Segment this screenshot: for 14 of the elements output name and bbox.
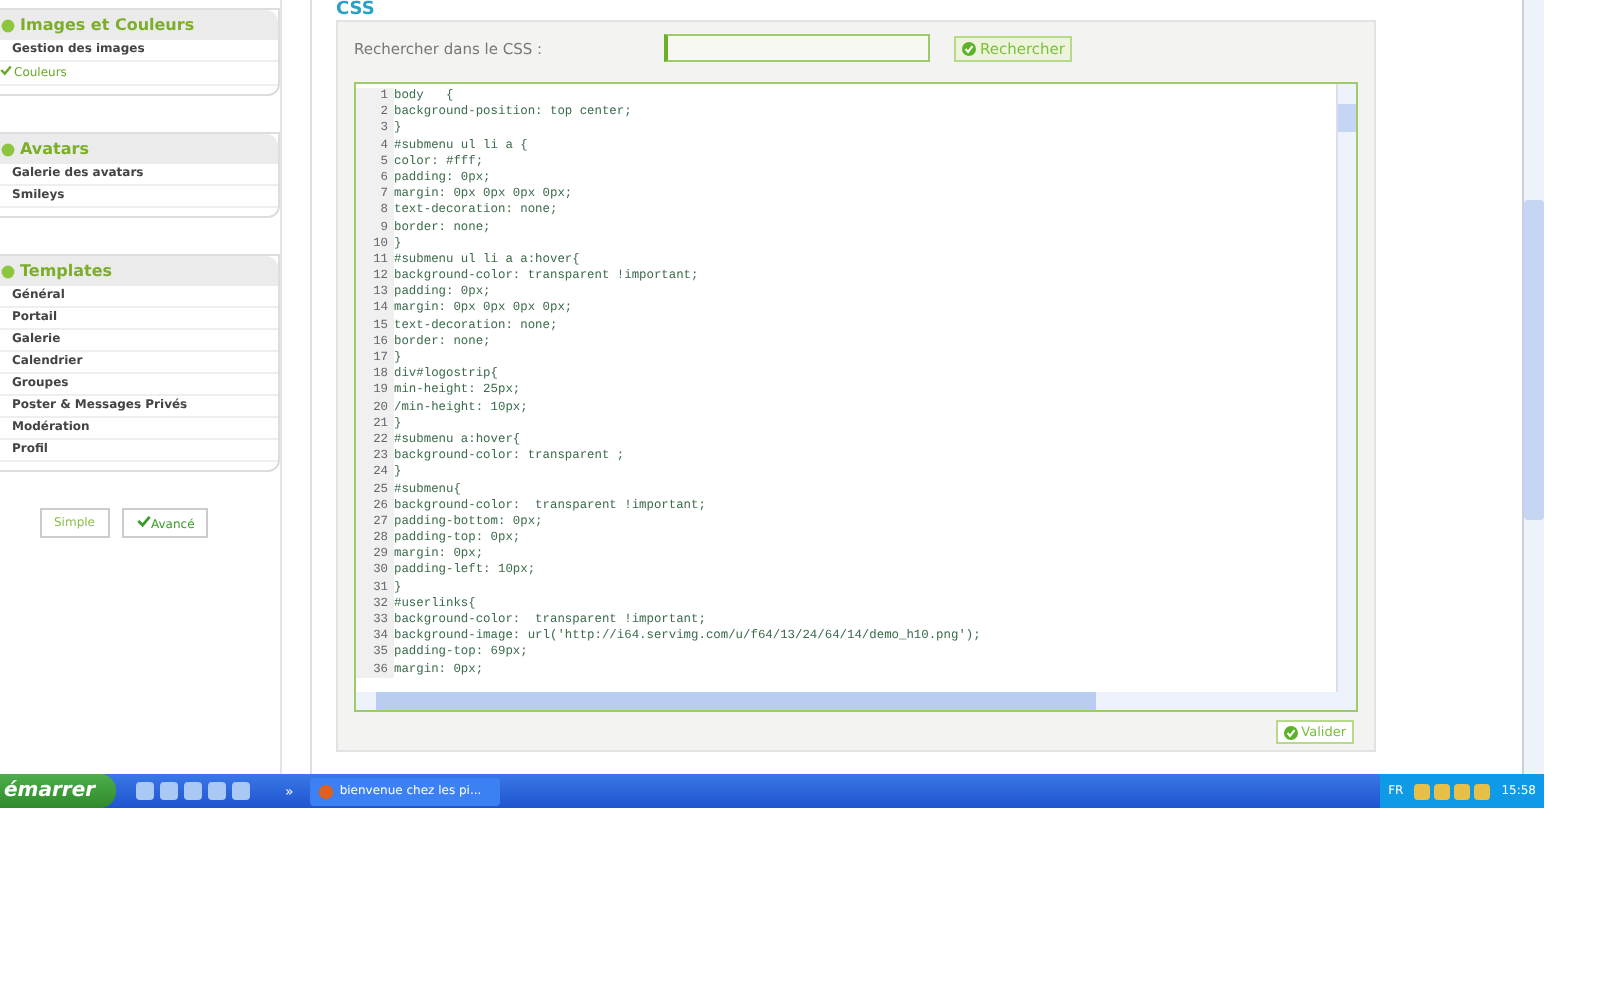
code-editor[interactable] <box>354 82 1358 712</box>
search-field[interactable] <box>664 34 930 62</box>
menu-heading: Images et Couleurs <box>20 16 195 34</box>
scrollbar[interactable] <box>1336 84 1356 692</box>
scrollbar[interactable] <box>1522 0 1544 774</box>
check-circle-icon <box>962 41 976 55</box>
menu-heading: Templates <box>20 262 113 280</box>
check-icon <box>135 514 151 528</box>
browser-icon <box>317 783 334 799</box>
panel-title: CSS <box>336 0 377 20</box>
check-icon <box>0 64 12 76</box>
scrollbar[interactable] <box>356 692 1356 710</box>
check-circle-icon <box>1283 725 1298 739</box>
menu-heading: Avatars <box>20 140 89 158</box>
